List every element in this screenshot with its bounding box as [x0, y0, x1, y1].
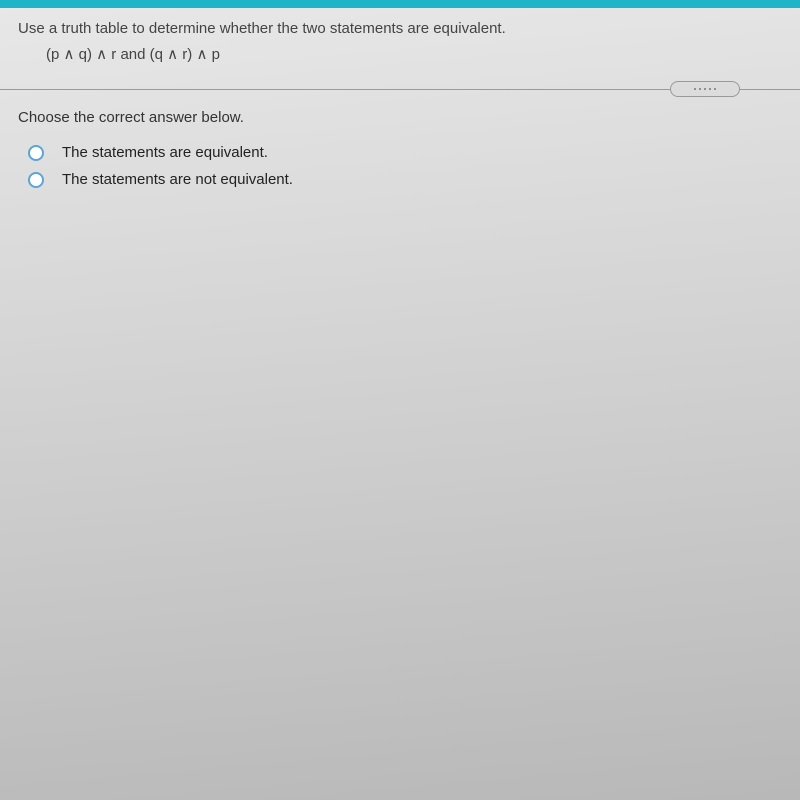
question-instruction: Use a truth table to determine whether t… [18, 18, 782, 39]
option-label: The statements are not equivalent. [62, 171, 293, 188]
more-toggle-button[interactable] [670, 81, 740, 97]
answer-option-1[interactable]: The statements are equivalent. [18, 144, 782, 161]
answer-section: Choose the correct answer below. The sta… [0, 99, 800, 208]
radio-icon [28, 145, 44, 161]
answer-option-2[interactable]: The statements are not equivalent. [18, 171, 782, 188]
question-section: Use a truth table to determine whether t… [0, 8, 800, 77]
option-label: The statements are equivalent. [62, 144, 268, 161]
top-accent-bar [0, 0, 800, 8]
question-statements: (p ∧ q) ∧ r and (q ∧ r) ∧ p [18, 45, 782, 63]
ellipsis-icon [694, 88, 716, 90]
answer-prompt: Choose the correct answer below. [18, 109, 782, 126]
section-divider [0, 79, 800, 99]
radio-icon [28, 172, 44, 188]
